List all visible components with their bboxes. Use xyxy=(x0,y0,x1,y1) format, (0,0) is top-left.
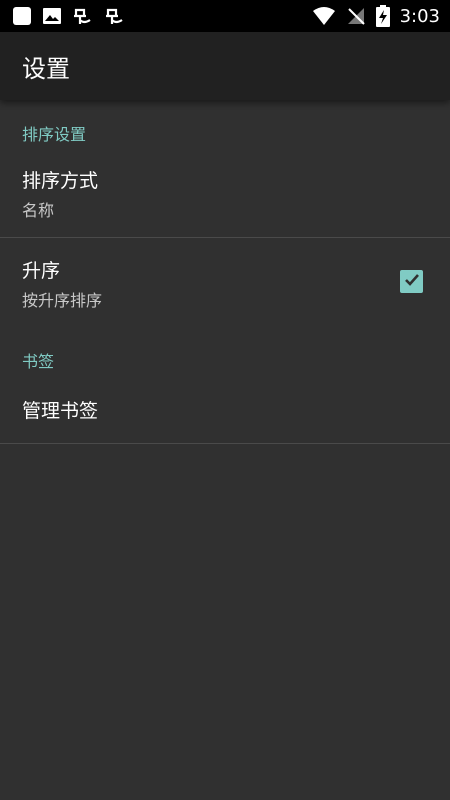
status-time: 3:03 xyxy=(399,5,440,27)
pref-title: 排序方式 xyxy=(22,170,99,192)
image-icon xyxy=(42,6,62,26)
category-sort-settings: 排序设置 xyxy=(22,125,87,144)
check-icon xyxy=(403,271,421,293)
app-toolbar: 设置 xyxy=(0,32,450,100)
app-square-icon xyxy=(12,6,32,26)
pref-summary: 按升序排序 xyxy=(22,291,103,310)
no-signal-icon xyxy=(346,6,366,26)
wifi-icon xyxy=(312,6,336,26)
category-bookmarks: 书签 xyxy=(22,352,55,371)
pref-title: 升序 xyxy=(22,260,61,282)
bug-icon xyxy=(104,6,126,26)
battery-charging-icon xyxy=(375,5,390,27)
pref-manage-bookmarks[interactable]: 管理书签 xyxy=(0,396,450,423)
pref-title: 管理书签 xyxy=(22,400,99,422)
status-bar: 3:03 xyxy=(0,0,450,32)
status-right-icons: 3:03 xyxy=(312,5,450,27)
divider xyxy=(0,443,450,444)
bug-icon xyxy=(72,6,94,26)
pref-sort-method[interactable]: 排序方式 名称 xyxy=(0,166,450,221)
divider xyxy=(0,237,450,238)
page-title: 设置 xyxy=(22,54,70,83)
status-left-icons xyxy=(0,6,126,26)
pref-summary: 名称 xyxy=(22,201,55,220)
pref-ascending[interactable]: 升序 按升序排序 xyxy=(0,256,450,316)
ascending-checkbox[interactable] xyxy=(400,270,423,293)
